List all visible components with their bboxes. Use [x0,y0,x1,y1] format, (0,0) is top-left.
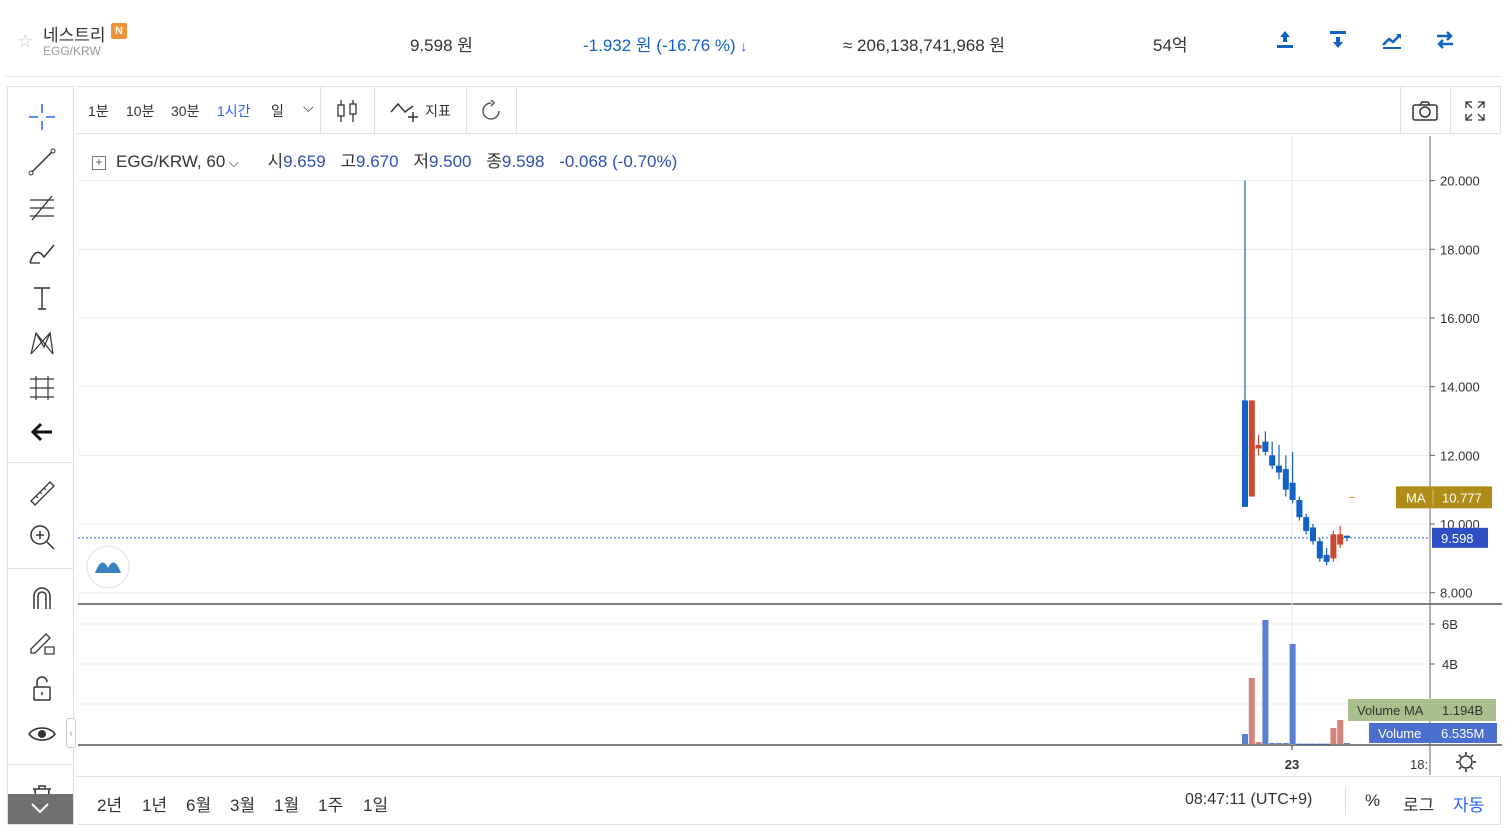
price-tick-label: 20.000 [1440,174,1480,189]
volume-ma-label: Volume MA [1357,703,1424,718]
range-1y[interactable]: 1년 [142,791,167,816]
candle-body [1269,455,1276,466]
candle-body [1296,499,1303,518]
volume-bar [1282,743,1289,744]
price-tick-label: 18.000 [1440,242,1480,257]
volume-bar [1242,734,1248,744]
volume-ma-value: 1.194B [1442,703,1483,718]
gear-tooth [1458,766,1462,770]
legend-change: -0.068 (-0.70%) [559,152,678,171]
candle-body [1310,527,1316,542]
volume-last-value: 6.535M [1441,726,1484,741]
gear-tooth [1458,754,1462,758]
price-tick-label: 8.000 [1440,586,1473,601]
ohlc-legend: + EGG/KRW, 60 ⌵ 시9.659 고9.670 저9.500 종9.5… [92,147,677,172]
candle-body [1242,400,1248,507]
ma-label: MA [1406,490,1426,505]
candle-body [1344,535,1350,538]
candle-body [1289,482,1296,500]
time-label: 18: [1410,757,1428,772]
legend-symbol[interactable]: EGG/KRW, 60 [116,152,225,171]
volume-bar [1303,743,1310,745]
volume-bar [1289,644,1296,744]
volume-bar [1323,743,1330,745]
volume-bar [1296,743,1303,745]
ma-value: 10.777 [1442,490,1482,505]
legend-close: 9.598 [501,152,545,171]
candle-body [1262,441,1269,452]
range-6m[interactable]: 6월 [186,791,211,816]
price-chart[interactable]: 20.00018.00016.00014.00012.00010.0008.00… [0,0,1505,829]
volume-bar [1316,743,1323,745]
volume-bar [1337,720,1344,744]
candle-body [1303,517,1310,531]
volume-bar [1248,678,1255,744]
volume-bar [1330,728,1337,744]
gear-ring [1459,755,1473,769]
range-3m[interactable]: 3월 [230,791,255,816]
last-price-label: 9.598 [1441,531,1474,546]
volume-tick-label: 6B [1442,617,1458,632]
volume-bar [1276,743,1282,744]
percent-scale-button[interactable]: % [1365,791,1380,811]
volume-tick-label: 4B [1442,657,1458,672]
candle-body [1330,534,1337,559]
legend-low: 9.500 [428,152,472,171]
range-2y[interactable]: 2년 [97,791,122,816]
clock[interactable]: 08:47:11 (UTC+9) [1185,791,1312,809]
legend-high-label: 고 [340,152,357,171]
legend-toggle-icon[interactable]: + [92,156,106,170]
volume-last-label: Volume [1378,726,1421,741]
gear-tooth [1470,754,1474,758]
volume-bar [1255,742,1262,744]
volume-bar [1269,743,1276,744]
candle-body [1276,465,1282,473]
legend-chevron-icon[interactable]: ⌵ [225,155,239,170]
legend-close-label: 종 [486,152,502,171]
range-1w[interactable]: 1주 [318,791,343,816]
range-1d[interactable]: 1일 [363,791,388,816]
auto-scale-button[interactable]: 자동 [1453,791,1484,816]
candle-body [1316,541,1323,559]
chart-logo-icon [86,545,130,589]
legend-open: 9.659 [283,152,326,171]
price-tick-label: 14.000 [1440,380,1480,395]
legend-open-label: 시 [267,152,284,171]
range-1m[interactable]: 1월 [274,791,299,816]
volume-bar [1262,620,1269,744]
candle-body [1255,445,1262,449]
legend-low-label: 저 [413,152,429,171]
log-scale-button[interactable]: 로그 [1403,791,1434,816]
price-tick-label: 16.000 [1440,311,1480,326]
price-tick-label: 12.000 [1440,448,1480,463]
range-bar: 2년 1년 6월 3월 1월 1주 1일 08:47:11 (UTC+9) % … [77,776,1501,825]
candle-body [1282,469,1289,490]
candle-body [1337,534,1344,545]
candle-body [1323,554,1330,562]
gear-tooth [1470,766,1474,770]
candle-body [1248,400,1255,497]
volume-bar [1310,743,1316,745]
settings-gear-icon[interactable] [1456,752,1476,772]
legend-high: 9.670 [356,152,399,171]
logo-circle [86,545,130,589]
volume-bar [1344,743,1350,744]
time-label: 23 [1285,757,1299,772]
